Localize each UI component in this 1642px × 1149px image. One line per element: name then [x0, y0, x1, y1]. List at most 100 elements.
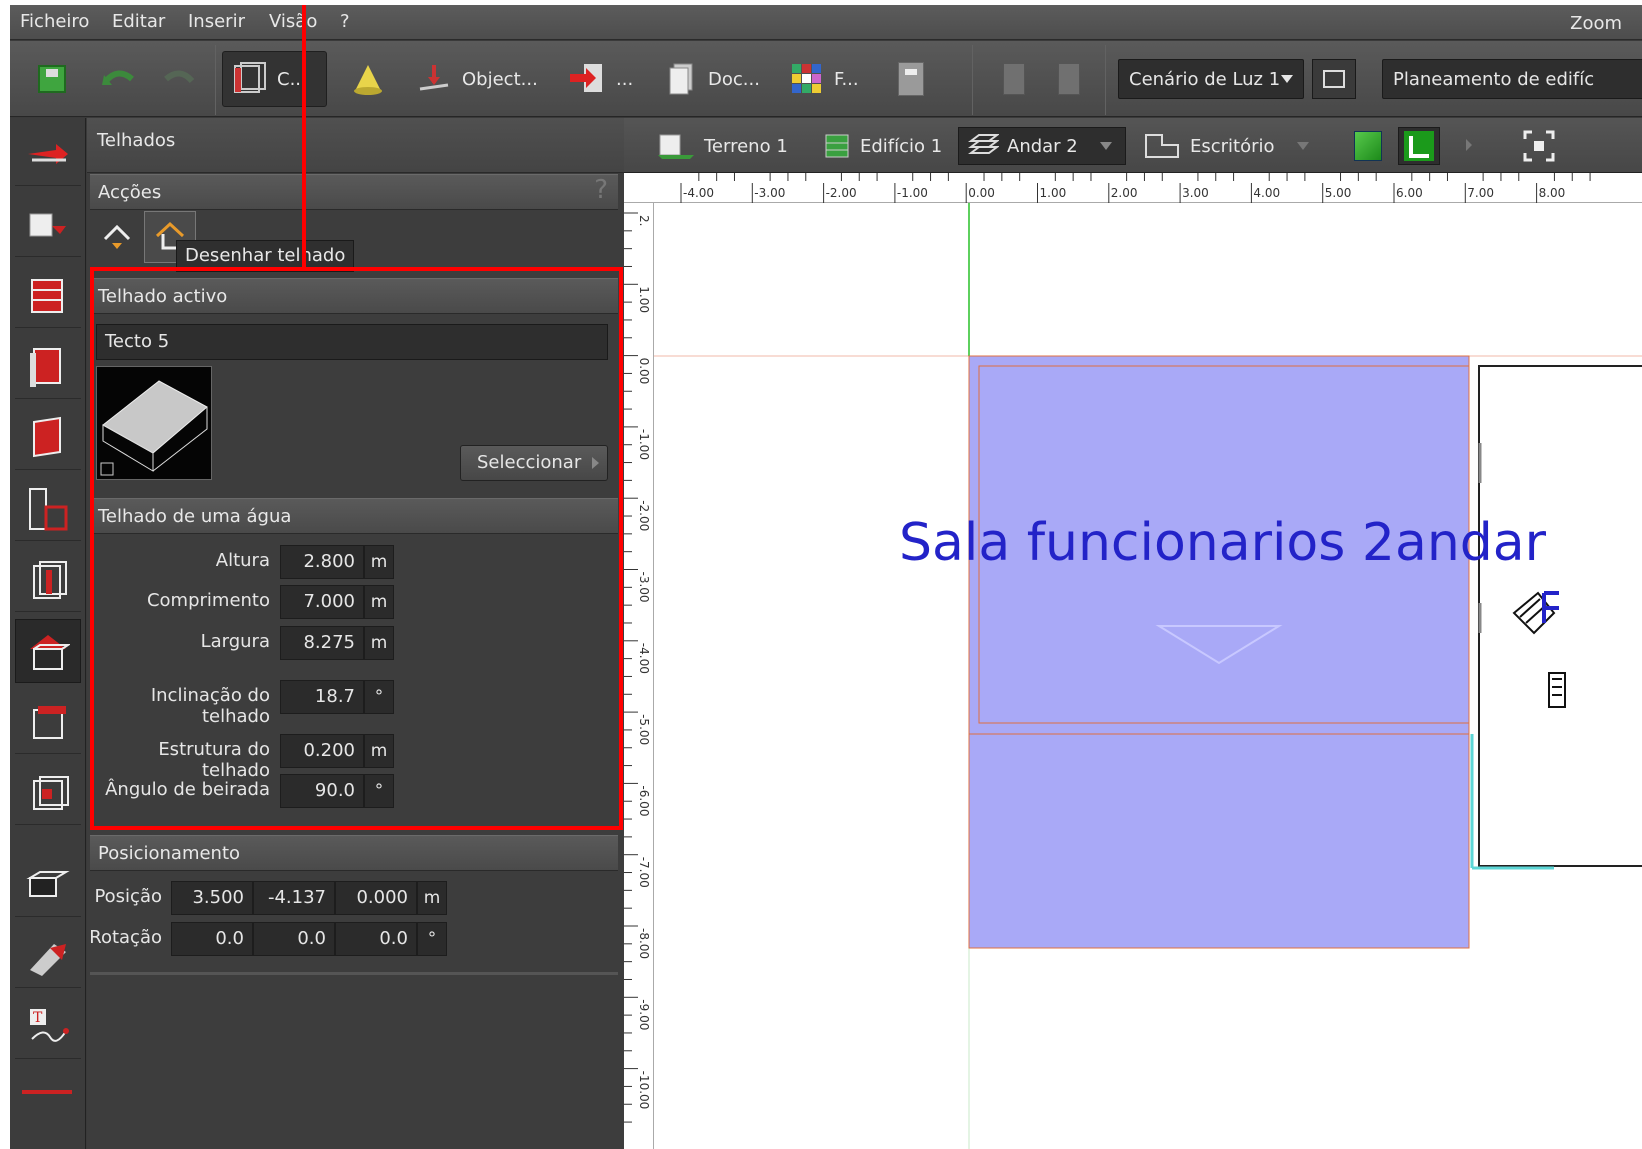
vertical-ruler: 2. 1.00 0.00 -1.00 -2.00 -3.00 -4.00 -5.00 -6.00… — [624, 203, 654, 1149]
rotacao-y-input[interactable]: 0.0 — [253, 922, 335, 956]
rail-room-button[interactable] — [15, 477, 81, 541]
rail-opening-button[interactable] — [15, 548, 81, 612]
ruler-h-label: 7.00 — [1467, 186, 1494, 200]
rail-roof-button[interactable] — [15, 619, 81, 683]
play-button[interactable] — [995, 51, 1033, 107]
terrain-icon — [29, 213, 66, 236]
rail-text-button[interactable]: T — [15, 995, 81, 1059]
shed-roof-heading: Telhado de uma água — [98, 506, 292, 527]
filters-button[interactable]: F... — [782, 51, 867, 107]
posicao-y-input[interactable]: -4.137 — [253, 881, 335, 915]
room-name-label[interactable]: Sala funcionarios 2andar — [899, 513, 1546, 573]
help-icon[interactable]: ? — [594, 175, 608, 205]
room-selector[interactable]: Escritório — [1134, 127, 1317, 165]
ruler-h-label: 8.00 — [1539, 186, 1566, 200]
ruler-v-label: 0.00 — [637, 358, 651, 385]
menu-inserir[interactable]: Inserir — [188, 11, 245, 32]
filters-label: F... — [834, 68, 859, 90]
objects-label: Object... — [462, 68, 538, 90]
stop-button[interactable] — [1050, 51, 1088, 107]
rail-slab-button[interactable] — [15, 853, 81, 917]
comprimento-input[interactable]: 7.000 — [280, 585, 364, 619]
color-grid-icon — [792, 64, 821, 93]
import-button[interactable]: ... — [560, 51, 641, 107]
rotacao-unit: ° — [417, 922, 447, 956]
inclinacao-label: Inclinação do telhado — [150, 685, 270, 727]
ruler-h-label: 2.00 — [1111, 186, 1138, 200]
render-view-button[interactable] — [1312, 59, 1356, 99]
menu-zoom[interactable]: Zoom — [1570, 13, 1622, 34]
floorplan-viewport[interactable]: -4.00 -3.00 -2.00 -1.00 0.00 1.00 2.00 3.00 4.00… — [624, 173, 1642, 1149]
positioning-section-head: Posicionamento — [90, 835, 618, 871]
construct-button[interactable]: C... — [222, 51, 327, 107]
floor-selector[interactable]: Andar 2 — [958, 127, 1126, 165]
select-roof-button[interactable]: Seleccionar — [460, 445, 608, 481]
comprimento-label: Comprimento — [146, 590, 270, 611]
largura-unit: m — [364, 626, 394, 660]
objects-button[interactable]: Object... — [408, 51, 546, 107]
floorplan-view-button[interactable] — [1398, 127, 1440, 165]
documents-button[interactable]: Doc... — [660, 51, 768, 107]
ruler-h-label: 0.00 — [968, 186, 995, 200]
calculator-button[interactable] — [890, 51, 932, 107]
redo-button[interactable] — [154, 51, 204, 107]
wall-skew-icon — [33, 416, 61, 457]
rotacao-z-input[interactable]: 0.0 — [335, 922, 417, 956]
roof-shape[interactable] — [968, 355, 1470, 949]
floor-stack-icon — [968, 134, 999, 154]
rail-ceiling-button[interactable] — [15, 690, 81, 754]
inclinacao-input[interactable]: 18.7 — [280, 680, 364, 714]
save-icon — [38, 65, 66, 93]
estrutura-input[interactable]: 0.200 — [280, 734, 364, 768]
wall-construct-icon — [234, 62, 266, 93]
building-icon — [825, 134, 849, 158]
lamp-icon — [354, 65, 382, 95]
rail-wall-button[interactable] — [15, 335, 81, 399]
menu-ficheiro[interactable]: Ficheiro — [20, 11, 89, 32]
largura-input[interactable]: 8.275 — [280, 626, 364, 660]
building-planning-select[interactable]: Planeamento de edifíc — [1382, 59, 1642, 99]
rail-building-button[interactable] — [15, 264, 81, 328]
ruler-v-label: -3.00 — [637, 572, 651, 603]
posicao-x-input[interactable]: 3.500 — [171, 881, 253, 915]
terrain-selector[interactable]: Terreno 1 — [648, 127, 796, 165]
altura-input[interactable]: 2.800 — [280, 545, 364, 579]
light-scenario-select[interactable]: Cenário de Luz 1 — [1118, 59, 1304, 99]
posicao-z-input[interactable]: 0.000 — [335, 881, 417, 915]
field-comprimento: Comprimento 7.000 m — [87, 585, 624, 619]
menu-visao[interactable]: Visão — [269, 11, 317, 32]
rotacao-x-input[interactable]: 0.0 — [171, 922, 253, 956]
rail-wall-edit-button[interactable] — [15, 406, 81, 470]
angulo-beirada-input[interactable]: 90.0 — [280, 774, 364, 808]
menu-help[interactable]: ? — [340, 11, 350, 32]
building-selector[interactable]: Edifício 1 — [814, 127, 950, 165]
menu-editar[interactable]: Editar — [112, 11, 165, 32]
roof-up-icon — [103, 224, 131, 249]
posicao-unit: m — [417, 881, 447, 915]
3d-view-button[interactable] — [1346, 127, 1390, 165]
undo-button[interactable] — [94, 51, 144, 107]
roof-up-button[interactable] — [95, 216, 139, 260]
rail-window-button[interactable] — [15, 761, 81, 825]
save-button[interactable] — [30, 51, 74, 107]
ruler-h-label: 1.00 — [1040, 186, 1067, 200]
roof-name-field[interactable]: Tecto 5 — [96, 324, 608, 360]
fit-view-button[interactable] — [1514, 127, 1564, 165]
ruler-v-label: -2.00 — [637, 500, 651, 531]
chevron-right-icon[interactable] — [1466, 139, 1472, 151]
ruler-v-label: -10.00 — [637, 1071, 651, 1110]
building-planning-value: Planeamento de edifíc — [1393, 68, 1595, 90]
floorplan-canvas[interactable] — [654, 203, 1642, 1149]
floorplan-l-icon — [1404, 131, 1434, 161]
rail-import-button[interactable] — [15, 122, 81, 186]
ruler-v-ticks: 2. 1.00 0.00 -1.00 -2.00 -3.00 -4.00 -5.00 -6.00… — [624, 212, 651, 1123]
window-box-icon — [33, 775, 69, 810]
field-rotacao: Rotação 0.0 0.0 0.0 ° — [87, 922, 624, 956]
stairs-icon — [30, 943, 66, 976]
door-icon — [33, 560, 67, 599]
rail-terrain-button[interactable] — [15, 193, 81, 257]
ruler-v-label: -7.00 — [637, 857, 651, 888]
rail-stairs-button[interactable] — [15, 924, 81, 988]
adjacent-room-wall[interactable] — [1478, 365, 1642, 867]
lighting-button[interactable] — [340, 51, 396, 107]
